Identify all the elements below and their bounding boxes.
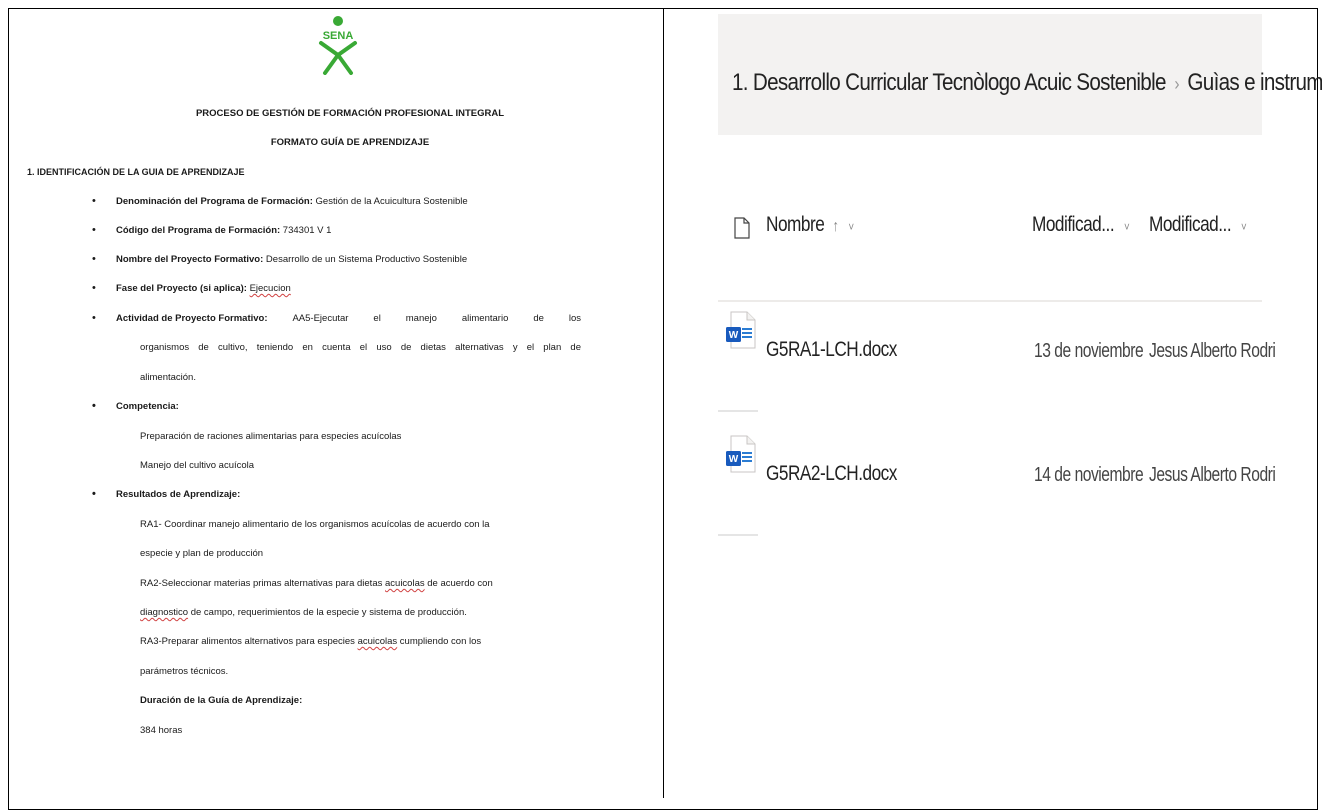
field-codigo-label: Código del Programa de Formación:	[116, 225, 281, 236]
header-divider	[718, 300, 1262, 302]
breadcrumb: 1. Desarrollo Curricular Tecnòlogo Acuic…	[718, 14, 1322, 135]
column-header-modified-by[interactable]: Modificad... ˅	[1149, 213, 1247, 237]
column-header-name[interactable]: Nombre ↑ ˅	[766, 213, 854, 237]
ra3-line1: RA3-Preparar alimentos alternativos para…	[140, 636, 482, 647]
column-header-modified-by-label: Modificad...	[1149, 213, 1232, 236]
column-divider	[663, 8, 664, 798]
competencia-item-1: Preparación de raciones alimentarias par…	[140, 431, 402, 442]
sena-logo: SENA	[319, 16, 357, 75]
section-heading: 1. IDENTIFICACIÓN DE LA GUIA DE APRENDIZ…	[27, 167, 245, 177]
field-actividad-label: Actividad de Proyecto Formativo:	[116, 313, 268, 324]
file-type-header-icon[interactable]	[734, 217, 750, 239]
duracion-label: Duración de la Guía de Aprendizaje:	[140, 695, 303, 706]
breadcrumb-trail: 1. Desarrollo Curricular Tecnòlogo Acuic…	[732, 69, 1322, 97]
breadcrumb-separator-icon: ›	[1174, 74, 1179, 94]
field-fase-label: Fase del Proyecto (si aplica):	[116, 283, 247, 294]
column-header-modified-label: Modificad...	[1032, 213, 1115, 236]
duracion-value: 384 horas	[140, 725, 183, 736]
svg-text:W: W	[729, 454, 739, 465]
field-competencia-label: Competencia:	[92, 400, 179, 412]
sena-logo-text: SENA	[323, 30, 354, 42]
file-modified-date: 13 de noviembre	[1034, 340, 1144, 362]
field-programa: Denominación del Programa de Formación: …	[92, 195, 468, 207]
field-resultados-label: Resultados de Aprendizaje:	[92, 488, 240, 500]
ra3-line2: parámetros técnicos.	[140, 666, 229, 677]
ra2-line2: diagnostico de campo, requerimientos de …	[140, 607, 467, 618]
row-divider	[718, 534, 758, 536]
document-library: 1. Desarrollo Curricular Tecnòlogo Acuic…	[718, 14, 1322, 792]
column-header-modified[interactable]: Modificad... ˅	[1032, 213, 1130, 237]
ra2-line1: RA2-Seleccionar materias primas alternat…	[140, 578, 493, 589]
field-codigo: Código del Programa de Formación: 734301…	[92, 224, 332, 236]
chevron-down-icon: ˅	[848, 220, 854, 234]
file-modified-date: 14 de noviembre	[1034, 464, 1144, 486]
competencia-item-2: Manejo del cultivo acuícola	[140, 460, 255, 471]
svg-text:W: W	[729, 330, 739, 341]
file-name-link[interactable]: G5RA2-LCH.docx	[766, 462, 897, 486]
row-divider	[718, 410, 758, 412]
document-page: SENA PROCESO DE GESTIÓN DE FORMACIÓN PRO…	[27, 15, 640, 785]
field-codigo-value: 734301 V 1	[280, 225, 332, 236]
field-proyecto: Nombre del Proyecto Formativo: Desarroll…	[92, 253, 468, 265]
ra1-line1: RA1- Coordinar manejo alimentario de los…	[140, 519, 490, 530]
word-doc-icon: W	[726, 311, 756, 349]
word-doc-icon: W	[726, 435, 756, 473]
column-header-name-label: Nombre	[766, 213, 825, 236]
field-proyecto-value: Desarrollo de un Sistema Productivo Sost…	[263, 254, 468, 265]
field-fase-value: Ejecucion	[249, 283, 291, 294]
breadcrumb-item-folder[interactable]: 1. Desarrollo Curricular Tecnòlogo Acuic…	[732, 69, 1166, 96]
breadcrumb-item-current[interactable]: Guìas e instrumento	[1187, 69, 1322, 96]
file-modified-by: Jesus Alberto Rodri	[1149, 464, 1276, 486]
field-actividad-line2: organismos de cultivo, teniendo en cuent…	[140, 342, 581, 353]
chevron-down-icon: ˅	[1240, 220, 1247, 234]
field-actividad-line3: alimentación.	[140, 372, 196, 383]
chevron-down-icon: ˅	[1123, 220, 1130, 234]
field-programa-label: Denominación del Programa de Formación:	[116, 196, 313, 207]
sort-ascending-icon: ↑	[832, 218, 839, 235]
doc-title-process: PROCESO DE GESTIÓN DE FORMACIÓN PROFESIO…	[195, 108, 505, 119]
file-modified-by: Jesus Alberto Rodri	[1149, 340, 1276, 362]
field-programa-value: Gestión de la Acuicultura Sostenible	[312, 196, 468, 207]
ra1-line2: especie y plan de producción	[140, 548, 264, 559]
field-actividad: Actividad de Proyecto Formativo: AA5-Eje…	[92, 312, 581, 324]
doc-title-format: FORMATO GUÍA DE APRENDIZAJE	[270, 137, 430, 148]
field-proyecto-label: Nombre del Proyecto Formativo:	[116, 254, 264, 265]
field-fase: Fase del Proyecto (si aplica): Ejecucion	[92, 282, 291, 294]
file-name-link[interactable]: G5RA1-LCH.docx	[766, 338, 897, 362]
